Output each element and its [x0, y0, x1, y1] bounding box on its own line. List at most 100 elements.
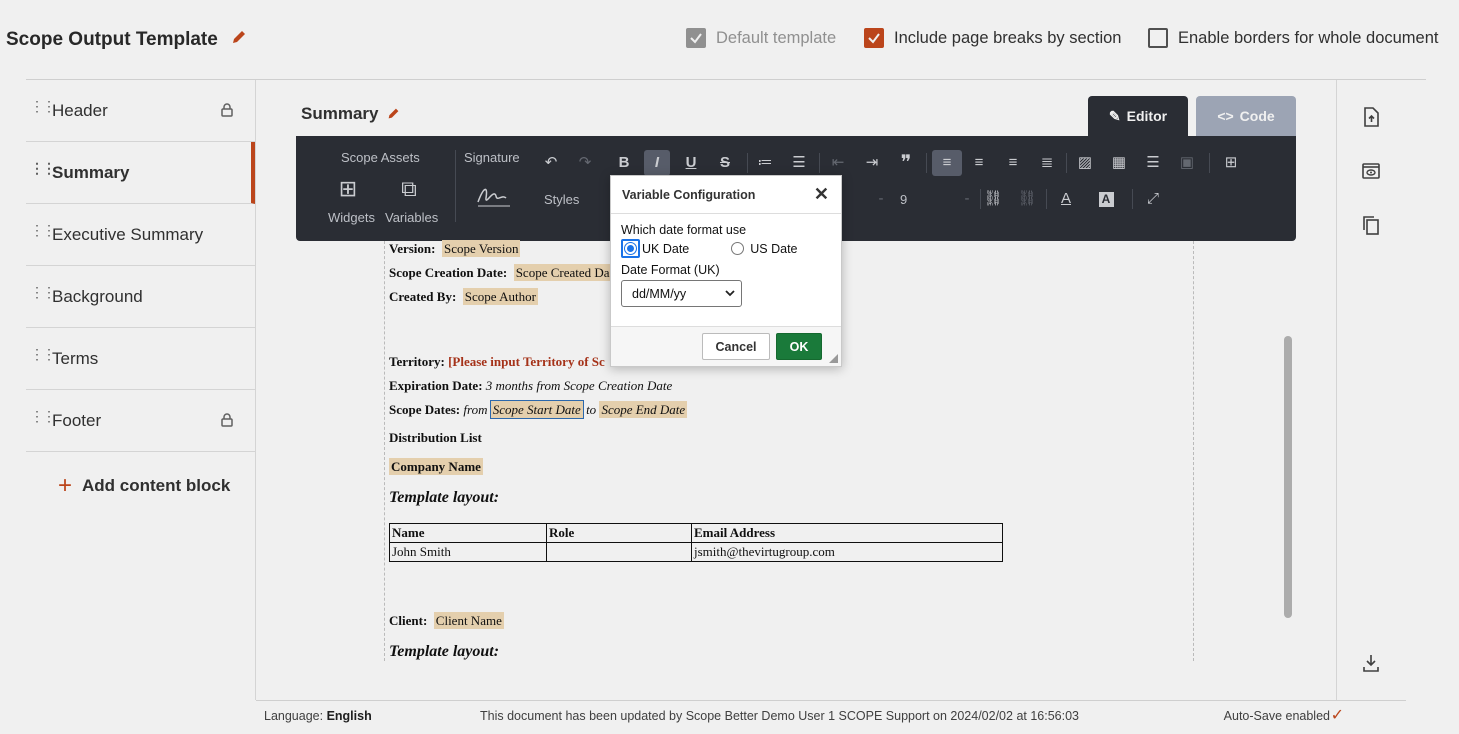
align-center-icon[interactable]: ≡ [966, 150, 992, 176]
blockquote-icon[interactable]: ❞ [893, 150, 919, 176]
variables-icon[interactable]: ⧉ [396, 176, 422, 202]
variable-chip[interactable]: Client Name [433, 612, 504, 629]
show-blocks-icon[interactable]: ⊞ [1218, 150, 1244, 176]
uk-date-radio-focus[interactable] [621, 239, 640, 258]
resize-handle-icon[interactable] [829, 354, 838, 363]
variable-chip[interactable]: Company Name [389, 458, 483, 475]
table-icon[interactable]: ▦ [1106, 150, 1132, 176]
image-icon[interactable]: ▨ [1072, 150, 1098, 176]
drag-handle-icon[interactable]: ⋮⋮ [30, 99, 56, 113]
sidebar-item-terms[interactable]: ⋮⋮ Terms [26, 328, 255, 390]
tab-code[interactable]: <> Code [1196, 96, 1296, 136]
preview-icon[interactable] [1360, 160, 1382, 187]
italic-button[interactable]: I [644, 150, 670, 176]
horizontal-line-icon[interactable]: ☰ [1140, 150, 1166, 176]
link-icon[interactable]: ⛓ [980, 186, 1006, 212]
indent-icon[interactable]: ⇥ [859, 150, 885, 176]
bold-button[interactable]: B [611, 150, 637, 176]
page-break-icon[interactable]: ▣ [1174, 150, 1200, 176]
borders-label: Enable borders for whole document [1178, 28, 1439, 47]
territory-placeholder: [Please input Territory of Sc [448, 354, 605, 369]
strikethrough-button[interactable]: S [712, 150, 738, 176]
undo-icon[interactable]: ↶ [538, 150, 564, 176]
table-cell[interactable]: John Smith [389, 542, 547, 562]
language-value: English [326, 709, 372, 723]
unlink-icon[interactable]: ⛓ [1014, 186, 1040, 212]
add-content-block-button[interactable]: + Add content block [58, 472, 230, 500]
us-date-radio[interactable] [731, 242, 745, 255]
sidebar-item-summary[interactable]: ⋮⋮ Summary [26, 142, 255, 204]
widgets-icon[interactable]: ⊞ [335, 176, 361, 202]
maximize-icon[interactable]: ⤢ [1140, 186, 1166, 212]
upload-file-icon[interactable] [1360, 106, 1382, 133]
drag-handle-icon[interactable]: ⋮⋮ [30, 223, 56, 237]
font-size-decrease-icon[interactable]: - [868, 186, 894, 212]
language-label: Language: [264, 709, 324, 723]
us-date-label[interactable]: US Date [750, 242, 797, 256]
distribution-table[interactable]: Name Role Email Address John Smith jsmit… [389, 523, 1003, 562]
sidebar-item-background[interactable]: ⋮⋮ Background [26, 266, 255, 328]
date-format-select[interactable]: dd/MM/yy [621, 280, 742, 307]
background-color-icon[interactable]: A [1093, 186, 1119, 212]
underline-button[interactable]: U [678, 150, 704, 176]
redo-icon[interactable]: ↷ [572, 150, 598, 176]
version-label: Version: [389, 241, 436, 256]
add-content-block-label: Add content block [82, 476, 231, 495]
uk-date-label[interactable]: UK Date [642, 242, 689, 256]
numbered-list-icon[interactable]: ≔ [752, 150, 778, 176]
drag-handle-icon[interactable]: ⋮⋮ [30, 409, 56, 423]
dialog-title: Variable Configuration [622, 187, 756, 202]
close-icon[interactable]: ✕ [814, 185, 829, 203]
checkbox-checked-icon[interactable] [864, 28, 884, 48]
variable-chip[interactable]: Scope Created Da [513, 264, 612, 281]
drag-handle-icon[interactable]: ⋮⋮ [30, 285, 56, 299]
cancel-button[interactable]: Cancel [702, 333, 770, 360]
creation-label: Scope Creation Date: [389, 265, 508, 280]
styles-dropdown[interactable]: Styles [544, 192, 579, 207]
drag-handle-icon[interactable]: ⋮⋮ [30, 161, 56, 175]
variables-label[interactable]: Variables [385, 210, 438, 225]
font-size-value[interactable]: 9 [900, 192, 907, 207]
variable-chip[interactable]: Scope Version [441, 240, 521, 257]
variable-chip-selected[interactable]: Scope Start Date [489, 400, 584, 419]
document-scrollbar[interactable] [1284, 336, 1292, 618]
checkbox-unchecked-icon[interactable] [1148, 28, 1168, 48]
dialog-header: Variable Configuration ✕ [611, 176, 841, 214]
font-size-increase-icon[interactable]: - [954, 186, 980, 212]
variable-chip[interactable]: Scope Author [462, 288, 538, 305]
align-justify-icon[interactable]: ≣ [1034, 150, 1060, 176]
page-breaks-checkbox[interactable]: Include page breaks by section [864, 28, 1121, 48]
sidebar-item-executive-summary[interactable]: ⋮⋮ Executive Summary [26, 204, 255, 266]
tab-editor[interactable]: ✎ Editor [1088, 96, 1188, 136]
drag-handle-icon[interactable]: ⋮⋮ [30, 347, 56, 361]
table-cell[interactable] [546, 542, 692, 562]
copy-icon[interactable] [1360, 214, 1382, 241]
sidebar-item-footer[interactable]: ⋮⋮ Footer [26, 390, 255, 452]
edit-title-icon[interactable] [231, 29, 247, 51]
signature-label: Signature [464, 150, 520, 165]
table-cell[interactable]: jsmith@thevirtugroup.com [691, 542, 1003, 562]
sidebar-item-label: Header [52, 100, 108, 120]
outdent-icon[interactable]: ⇤ [825, 150, 851, 176]
edit-section-icon[interactable] [387, 105, 400, 125]
sidebar-item-label: Executive Summary [52, 224, 204, 244]
widgets-label[interactable]: Widgets [328, 210, 375, 225]
borders-checkbox[interactable]: Enable borders for whole document [1148, 28, 1439, 48]
ok-button[interactable]: OK [776, 333, 822, 360]
download-icon[interactable] [1360, 652, 1382, 679]
align-right-icon[interactable]: ≡ [1000, 150, 1026, 176]
plus-icon: + [58, 472, 73, 499]
align-left-icon[interactable]: ≡ [932, 150, 962, 176]
date-format-radio-group: UK Date US Date [621, 239, 831, 258]
default-template-checkbox: Default template [686, 28, 836, 48]
signature-icon[interactable] [474, 182, 514, 208]
variable-chip[interactable]: Scope End Date [599, 401, 688, 418]
tab-code-label: Code [1239, 108, 1275, 124]
toolbar-separator [1046, 189, 1047, 209]
text-color-icon[interactable]: A [1053, 186, 1079, 212]
uk-date-radio[interactable] [624, 242, 637, 255]
lock-icon [221, 412, 233, 432]
bullet-list-icon[interactable]: ☰ [786, 150, 812, 176]
sidebar-item-header[interactable]: ⋮⋮ Header [26, 80, 255, 142]
tab-editor-label: Editor [1126, 108, 1168, 124]
